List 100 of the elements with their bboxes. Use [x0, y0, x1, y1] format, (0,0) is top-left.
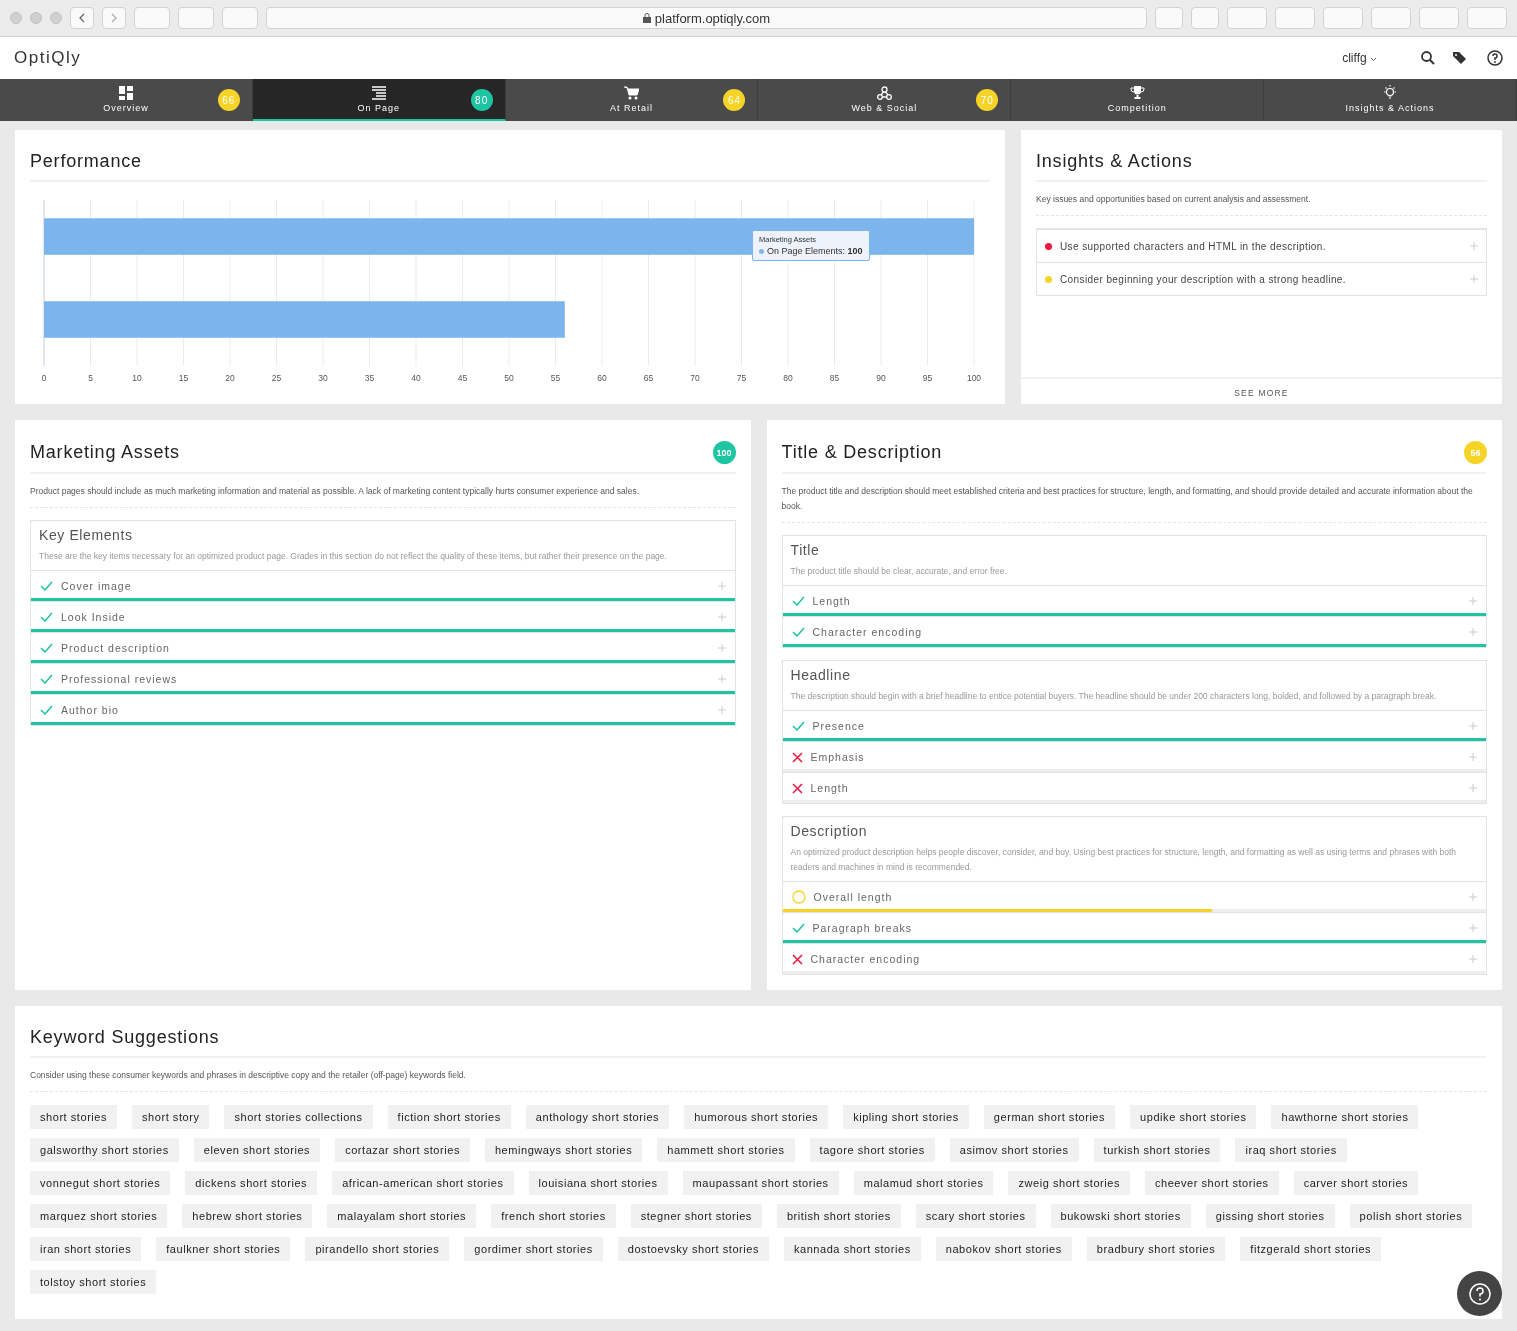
- keyword-tag[interactable]: hemingways short stories: [484, 1138, 643, 1162]
- window-zoom-button[interactable]: [50, 12, 62, 24]
- keyword-tag[interactable]: kipling short stories: [843, 1105, 969, 1129]
- keyword-tag[interactable]: short story: [132, 1105, 210, 1129]
- card-title: Performance: [30, 151, 142, 172]
- axis-label: 45: [457, 373, 468, 383]
- tags-icon[interactable]: [1453, 51, 1469, 65]
- keyword-tag[interactable]: malamud short stories: [853, 1171, 994, 1195]
- help-icon[interactable]: [1487, 50, 1503, 66]
- search-icon[interactable]: [1421, 51, 1435, 65]
- axis-label: 95: [922, 373, 933, 383]
- keyword-tag[interactable]: hebrew short stories: [182, 1204, 313, 1228]
- legend-dot-icon: [759, 249, 764, 254]
- nav-tab[interactable]: At Retail 64: [505, 79, 759, 121]
- keyword-tag[interactable]: cortazar short stories: [335, 1138, 470, 1162]
- keyword-tag[interactable]: asimov short stories: [949, 1138, 1079, 1162]
- axis-label: 50: [504, 373, 514, 383]
- user-menu[interactable]: cliffg: [1342, 51, 1377, 65]
- keyword-tag[interactable]: stegner short stories: [630, 1204, 762, 1228]
- keyword-tag[interactable]: updike short stories: [1130, 1105, 1257, 1129]
- keyword-tag[interactable]: fitzgerald short stories: [1240, 1237, 1382, 1261]
- check-row[interactable]: Author bio: [31, 694, 735, 725]
- keyword-tag[interactable]: bradbury short stories: [1086, 1237, 1226, 1261]
- cart-icon: [624, 85, 640, 100]
- axis-label: 100: [966, 373, 982, 383]
- check-row[interactable]: Length: [782, 772, 1486, 803]
- keyword-tag[interactable]: bukowski short stories: [1050, 1204, 1191, 1228]
- keyword-tag[interactable]: dickens short stories: [185, 1171, 318, 1195]
- keyword-tag[interactable]: humorous short stories: [684, 1105, 829, 1129]
- keyword-tag[interactable]: iran short stories: [30, 1237, 142, 1261]
- check-row[interactable]: Paragraph breaks: [782, 912, 1486, 943]
- keyword-tag[interactable]: german short stories: [983, 1105, 1116, 1129]
- keyword-tag[interactable]: marquez short stories: [30, 1204, 168, 1228]
- check-row[interactable]: Look Inside: [31, 601, 735, 632]
- keyword-tag[interactable]: tolstoy short stories: [30, 1270, 157, 1294]
- keyword-tag[interactable]: pirandello short stories: [305, 1237, 450, 1261]
- nav-tab[interactable]: On Page 80: [252, 79, 506, 121]
- plus-icon: [1469, 722, 1477, 730]
- keyword-tag[interactable]: short stories collections: [224, 1105, 373, 1129]
- keyword-tag[interactable]: short stories: [30, 1105, 118, 1129]
- keyword-tag[interactable]: hammett short stories: [657, 1138, 795, 1162]
- checkmark-icon: [40, 581, 53, 591]
- keyword-tag[interactable]: malayalam short stories: [327, 1204, 477, 1228]
- address-bar[interactable]: platform.optiqly.com: [266, 7, 1147, 29]
- check-row[interactable]: Character encoding: [782, 943, 1486, 974]
- axis-label: 75: [736, 373, 747, 383]
- see-more-link[interactable]: SEE MORE: [1021, 377, 1502, 404]
- nav-tab[interactable]: Insights & Actions: [1264, 79, 1517, 121]
- axis-label: 5: [88, 373, 93, 383]
- axis-label: 85: [829, 373, 840, 383]
- nav-tab[interactable]: Competition: [1011, 79, 1265, 121]
- keyword-tag[interactable]: maupassant short stories: [682, 1171, 839, 1195]
- insight-row[interactable]: Use supported characters and HTML in the description.: [1037, 229, 1486, 262]
- card-title: Marketing Assets: [30, 442, 180, 463]
- keyword-tag[interactable]: british short stories: [776, 1204, 901, 1228]
- keyword-tag[interactable]: tagore short stories: [809, 1138, 935, 1162]
- forward-button[interactable]: [102, 7, 126, 29]
- checkmark-icon: [40, 612, 53, 622]
- check-row[interactable]: Presence: [782, 710, 1486, 741]
- axis-label: 30: [318, 373, 328, 383]
- keyword-tag[interactable]: dostoevsky short stories: [617, 1237, 769, 1261]
- check-row[interactable]: Product description: [31, 632, 735, 663]
- keyword-tag[interactable]: polish short stories: [1349, 1204, 1473, 1228]
- keyword-tag[interactable]: african-american short stories: [332, 1171, 514, 1195]
- window-minimize-button[interactable]: [30, 12, 42, 24]
- keyword-tag[interactable]: faulkner short stories: [156, 1237, 291, 1261]
- keyword-tag[interactable]: french short stories: [491, 1204, 616, 1228]
- keyword-tag[interactable]: eleven short stories: [193, 1138, 321, 1162]
- score-badge: 70: [976, 89, 999, 111]
- keyword-tag[interactable]: gordimer short stories: [464, 1237, 603, 1261]
- keyword-tag[interactable]: zweig short stories: [1008, 1171, 1130, 1195]
- keyword-tag[interactable]: iraq short stories: [1235, 1138, 1347, 1162]
- back-button[interactable]: [70, 7, 94, 29]
- keyword-tag[interactable]: galsworthy short stories: [30, 1138, 179, 1162]
- keyword-tag[interactable]: louisiana short stories: [528, 1171, 668, 1195]
- window-close-button[interactable]: [10, 12, 22, 24]
- keyword-tag[interactable]: scary short stories: [915, 1204, 1036, 1228]
- check-row[interactable]: Cover image: [31, 570, 735, 601]
- keyword-tag[interactable]: carver short stories: [1293, 1171, 1419, 1195]
- check-row[interactable]: Emphasis: [782, 741, 1486, 772]
- logo[interactable]: OptiQly: [14, 48, 82, 68]
- keyword-tag[interactable]: gissing short stories: [1205, 1204, 1335, 1228]
- keyword-tag[interactable]: fiction short stories: [387, 1105, 511, 1129]
- keyword-tag[interactable]: vonnegut short stories: [30, 1171, 171, 1195]
- keyword-tag[interactable]: hawthorne short stories: [1271, 1105, 1419, 1129]
- insight-row[interactable]: Consider beginning your description with a strong headline.: [1037, 262, 1486, 295]
- check-row[interactable]: Overall length: [782, 881, 1486, 912]
- keyword-tag[interactable]: turkish short stories: [1093, 1138, 1221, 1162]
- insight-text: Consider beginning your description with a strong headline.: [1060, 273, 1347, 285]
- keyword-tag[interactable]: nabokov short stories: [935, 1237, 1072, 1261]
- keyword-tag[interactable]: anthology short stories: [525, 1105, 670, 1129]
- checkmark-icon: [40, 643, 53, 653]
- check-row[interactable]: Character encoding: [782, 616, 1486, 647]
- check-row[interactable]: Length: [782, 585, 1486, 616]
- nav-tab[interactable]: Web & Social 70: [758, 79, 1012, 121]
- check-row[interactable]: Professional reviews: [31, 663, 735, 694]
- nav-tab[interactable]: Overview 66: [0, 79, 253, 121]
- keyword-tag[interactable]: cheever short stories: [1145, 1171, 1279, 1195]
- check-label: Character encoding: [812, 626, 924, 638]
- keyword-tag[interactable]: kannada short stories: [784, 1237, 921, 1261]
